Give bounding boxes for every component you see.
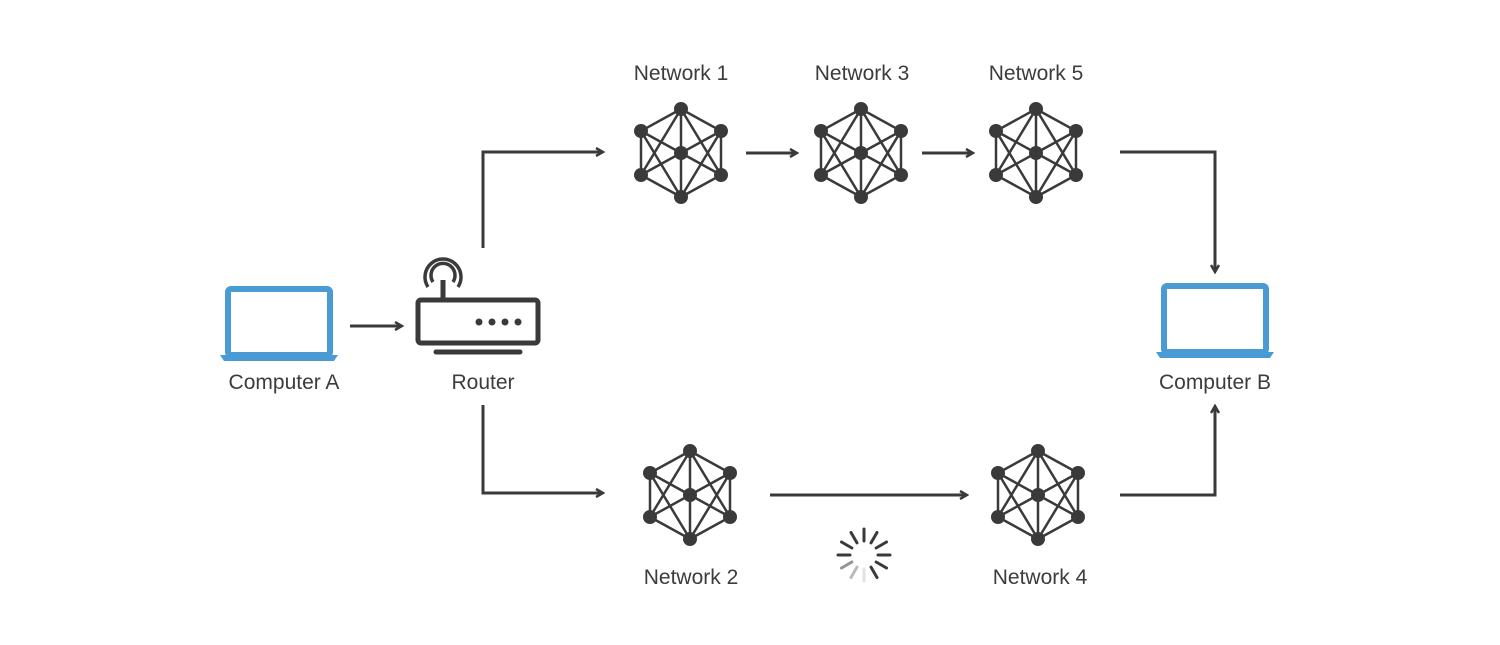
arrow-network4-computer-b <box>1120 406 1215 497</box>
computer-a-laptop-icon <box>220 286 338 361</box>
spinner-dash <box>849 530 859 545</box>
spinner-dash <box>839 540 854 550</box>
network4-label: Network 4 <box>993 566 1088 589</box>
network3-network-mesh-icon <box>814 102 908 204</box>
spinner-dash <box>849 565 859 580</box>
network1-label: Network 1 <box>634 62 729 85</box>
spinner-dash <box>869 565 879 580</box>
network1-network-mesh-icon <box>634 102 728 204</box>
spinner-dash <box>874 560 889 570</box>
network5-network-mesh-icon <box>989 102 1083 204</box>
arrow-router-network1 <box>481 152 603 248</box>
network4-network-mesh-icon <box>991 444 1085 546</box>
computer-b-laptop-icon <box>1156 283 1274 358</box>
arrow-router-network2 <box>481 405 603 493</box>
spinner-icon <box>836 527 892 583</box>
router-label: Router <box>451 371 514 394</box>
network-diagram: Computer A Router Computer B Network 1 N… <box>220 62 1274 589</box>
network3-label: Network 3 <box>815 62 910 85</box>
network2-label: Network 2 <box>644 566 739 589</box>
computer-b-label: Computer B <box>1159 371 1271 394</box>
spinner-dash <box>874 540 889 550</box>
spinner-dash <box>839 560 854 570</box>
arrow-network5-computer-b <box>1120 150 1215 272</box>
spinner-dash <box>869 530 879 545</box>
router-icon <box>415 257 541 355</box>
network5-label: Network 5 <box>989 62 1084 85</box>
network2-network-mesh-icon <box>643 444 737 546</box>
computer-a-label: Computer A <box>229 371 340 394</box>
